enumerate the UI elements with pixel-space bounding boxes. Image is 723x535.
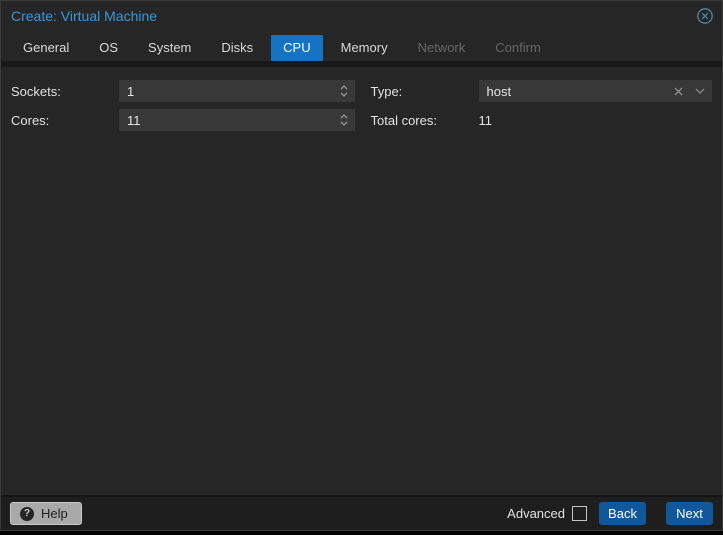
total-cores-row: Total cores: 11 — [371, 109, 713, 131]
tab-system[interactable]: System — [136, 35, 203, 61]
chevron-down-icon[interactable] — [694, 87, 706, 95]
close-icon — [696, 7, 714, 25]
tab-general[interactable]: General — [11, 35, 81, 61]
type-combobox — [479, 80, 713, 102]
total-cores-label: Total cores: — [371, 113, 479, 128]
clear-icon[interactable] — [673, 86, 684, 97]
cores-spinner[interactable] — [339, 112, 349, 128]
next-button[interactable]: Next — [666, 502, 713, 525]
tab-memory[interactable]: Memory — [329, 35, 400, 61]
type-input[interactable] — [480, 81, 674, 101]
type-row: Type: — [371, 80, 713, 102]
dialog-footer: ? Help Advanced Back Next — [1, 497, 722, 530]
cores-input[interactable] — [120, 110, 339, 130]
create-vm-dialog: Create: Virtual Machine General OS Syste… — [0, 0, 723, 531]
sockets-spinner[interactable] — [339, 83, 349, 99]
advanced-checkbox[interactable] — [572, 506, 587, 521]
dialog-header: Create: Virtual Machine — [1, 1, 722, 31]
dialog-title: Create: Virtual Machine — [11, 8, 157, 24]
question-circle-icon: ? — [20, 507, 34, 521]
advanced-label: Advanced — [507, 506, 565, 521]
cpu-panel: Sockets: — [1, 67, 722, 495]
close-button[interactable] — [696, 7, 714, 25]
cores-row: Cores: — [11, 109, 355, 131]
sockets-row: Sockets: — [11, 80, 355, 102]
tab-confirm: Confirm — [483, 35, 553, 61]
back-button[interactable]: Back — [599, 502, 646, 525]
tab-network: Network — [406, 35, 478, 61]
sockets-label: Sockets: — [11, 84, 119, 99]
sockets-input[interactable] — [120, 81, 339, 101]
tab-os[interactable]: OS — [87, 35, 130, 61]
tab-disks[interactable]: Disks — [209, 35, 265, 61]
help-button-label: Help — [41, 506, 68, 521]
type-label: Type: — [371, 84, 479, 99]
help-button[interactable]: ? Help — [10, 502, 82, 525]
sockets-field — [119, 80, 355, 102]
tab-cpu[interactable]: CPU — [271, 35, 322, 61]
cores-field — [119, 109, 355, 131]
total-cores-value: 11 — [479, 113, 493, 128]
cores-label: Cores: — [11, 113, 119, 128]
wizard-tabbar: General OS System Disks CPU Memory Netwo… — [1, 31, 722, 61]
